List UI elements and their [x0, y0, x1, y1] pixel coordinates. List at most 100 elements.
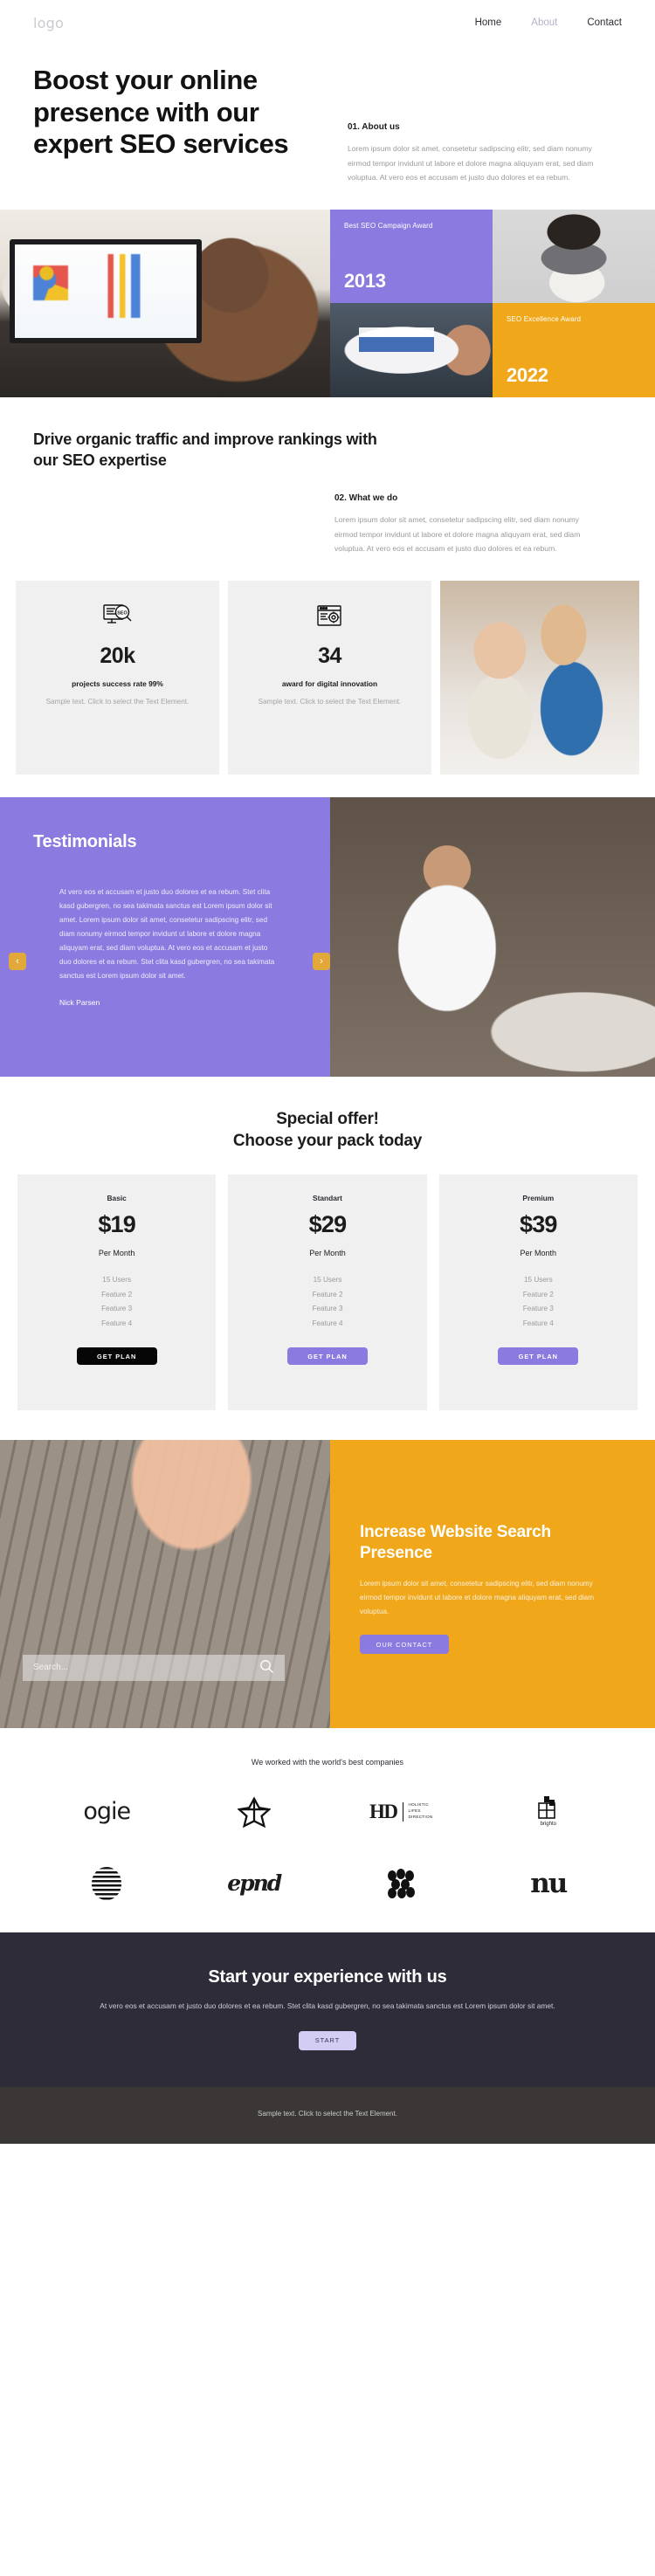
striped-circle-mark: [92, 1866, 122, 1900]
site-header: logo Home About Contact: [0, 0, 655, 45]
pricing-title-line1: Special offer!: [276, 1109, 379, 1128]
search-placeholder: Search...: [33, 1663, 69, 1673]
plan-feature: Feature 4: [101, 1319, 133, 1328]
nav-item-home[interactable]: Home: [475, 17, 502, 28]
plan-feature: Feature 3: [522, 1305, 554, 1313]
logo[interactable]: logo: [33, 15, 64, 31]
stat-value: 20k: [100, 643, 135, 668]
award-card-excellence-year: 2022: [507, 363, 548, 386]
stat-note: Sample text. Click to select the Text El…: [258, 697, 402, 706]
awards-gallery: Best SEO Campaign Award 2013 SEO Excelle…: [0, 209, 655, 397]
plan-name: Basic: [107, 1193, 127, 1202]
plan-feature: Feature 2: [101, 1290, 133, 1298]
plan-price: $19: [98, 1210, 135, 1237]
award-card-excellence-label: SEO Excellence Award: [507, 315, 582, 323]
plan-features: 15 Users Feature 2 Feature 3 Feature 4: [240, 1273, 414, 1332]
man-in-office-photo: [330, 796, 655, 1077]
stat-value: 34: [318, 643, 341, 668]
banner-body: Lorem ipsum dolor sit amet, consetetur s…: [360, 1580, 595, 1616]
plan-name: Standart: [313, 1193, 342, 1202]
nav-item-about[interactable]: About: [531, 17, 557, 28]
nu-logo: nu: [475, 1861, 623, 1906]
plan-features: 15 Users Feature 2 Feature 3 Feature 4: [452, 1273, 625, 1332]
plan-feature: Feature 2: [522, 1290, 554, 1298]
nav-item-contact[interactable]: Contact: [587, 17, 622, 28]
hero-about-block: 01. About us Lorem ipsum dolor sit amet,…: [348, 65, 610, 185]
nu-logo-text: nu: [530, 1867, 568, 1899]
footer-text: Sample text. Click to select the Text El…: [258, 2109, 397, 2118]
testimonials-section: Testimonials At vero eos et accusam et j…: [0, 796, 655, 1077]
banner-title: Increase Website Search Presence: [360, 1522, 551, 1563]
woman-pointing-at-charts-photo: [0, 209, 330, 397]
start-button[interactable]: START: [299, 2030, 356, 2050]
banner-content: Increase Website Search Presence Lorem i…: [330, 1439, 655, 1728]
hero-section: Boost your online presence with our expe…: [0, 45, 655, 185]
plan-period: Per Month: [309, 1248, 346, 1257]
final-cta-body: At vero eos et accusam et justo duo dolo…: [100, 2001, 555, 2010]
what-we-do-body: Lorem ipsum dolor sit amet, consetetur s…: [334, 515, 581, 554]
ogie-logo: ogie: [33, 1789, 181, 1835]
hero-body: Lorem ipsum dolor sit amet, consetetur s…: [348, 144, 594, 182]
clients-section: We worked with the world's best companie…: [0, 1728, 655, 1932]
search-input[interactable]: Search...: [23, 1654, 285, 1681]
striped-circle-logo: [33, 1861, 181, 1906]
fashion-model-photo: [493, 209, 655, 303]
awards-grid: Best SEO Campaign Award 2013 SEO Excelle…: [330, 209, 655, 397]
hero-title: Boost your online presence with our expe…: [33, 65, 289, 160]
testimonials-panel: Testimonials At vero eos et accusam et j…: [0, 796, 330, 1077]
flower-logo: [181, 1789, 328, 1835]
plan-period: Per Month: [98, 1248, 135, 1257]
our-contact-button[interactable]: OUR CONTACT: [360, 1635, 449, 1655]
plan-feature: Feature 4: [522, 1319, 554, 1328]
stat-label: award for digital innovation: [281, 678, 378, 688]
plan-period: Per Month: [520, 1248, 557, 1257]
hands-typing-on-keyboard-photo: Search...: [0, 1439, 330, 1728]
hd-holistic-lifes-direction-logo: HD HOLISTIC LIFES DIRECTION: [328, 1789, 475, 1835]
stat-card: 34 award for digital innovation Sample t…: [228, 580, 431, 775]
svg-text:SEO: SEO: [117, 610, 127, 616]
team-with-laptop-photo: [440, 580, 639, 775]
tablet-analytics-photo: [330, 303, 493, 397]
plan-feature: Feature 4: [312, 1319, 343, 1328]
award-card-excellence[interactable]: SEO Excellence Award 2022: [493, 303, 655, 397]
brighto-logo-text: brighto: [540, 1822, 556, 1828]
get-plan-button[interactable]: GET PLAN: [498, 1347, 579, 1365]
get-plan-button[interactable]: GET PLAN: [286, 1347, 368, 1365]
award-card-campaign[interactable]: Best SEO Campaign Award 2013: [330, 209, 493, 303]
hero-eyebrow: 01. About us: [348, 122, 400, 132]
pricing-title: Special offer! Choose your pack today: [0, 1108, 655, 1152]
stats-section: SEO 20k projects success rate 99% Sample…: [0, 580, 655, 775]
plan-feature: Feature 3: [312, 1305, 343, 1313]
brighto-logo: brighto: [475, 1789, 623, 1835]
carousel-prev-icon[interactable]: ‹: [9, 952, 26, 970]
dots-cluster-logo: [328, 1861, 475, 1906]
stat-note: Sample text. Click to select the Text El…: [45, 697, 190, 706]
carousel-next-icon[interactable]: ›: [313, 952, 330, 970]
final-cta-title: Start your experience with us: [208, 1966, 447, 1987]
plan-feature: Feature 2: [312, 1290, 343, 1298]
ogie-logo-text: ogie: [83, 1798, 131, 1826]
main-nav: Home About Contact: [475, 17, 622, 28]
hd-logo-mark: HD: [369, 1800, 398, 1822]
testimonial-quote: At vero eos et accusam et justo duo dolo…: [59, 887, 275, 980]
get-plan-button[interactable]: GET PLAN: [76, 1347, 157, 1365]
what-we-do-title: Drive organic traffic and improve rankin…: [33, 430, 377, 469]
testimonial-author: Nick Parsen: [59, 998, 100, 1008]
search-icon[interactable]: [259, 1659, 274, 1677]
what-we-do-block: 02. What we do Lorem ipsum dolor sit ame…: [334, 493, 596, 556]
plan-feature: 15 Users: [102, 1275, 132, 1284]
clients-title: We worked with the world's best companie…: [251, 1757, 404, 1767]
seo-monitor-magnifier-icon: SEO: [31, 600, 203, 633]
epnd-logo: epnd: [181, 1861, 328, 1906]
plan-feature: Feature 3: [101, 1305, 133, 1313]
hd-logo-subtext: HOLISTIC LIFES DIRECTION: [408, 1802, 433, 1820]
award-card-campaign-year: 2013: [344, 270, 386, 292]
pricing-card-basic: Basic $19 Per Month 15 Users Feature 2 F…: [17, 1174, 217, 1410]
pricing-section: Special offer! Choose your pack today Ba…: [0, 1077, 655, 1410]
site-footer: Sample text. Click to select the Text El…: [0, 2086, 655, 2144]
pricing-card-premium: Premium $39 Per Month 15 Users Feature 2…: [438, 1174, 638, 1410]
plan-price: $29: [308, 1210, 347, 1237]
plan-name: Premium: [522, 1193, 555, 1202]
pricing-plans: Basic $19 Per Month 15 Users Feature 2 F…: [0, 1174, 655, 1410]
client-logo-grid: ogie HD HOLISTIC LIFES DIRECTION brighto…: [33, 1789, 622, 1906]
